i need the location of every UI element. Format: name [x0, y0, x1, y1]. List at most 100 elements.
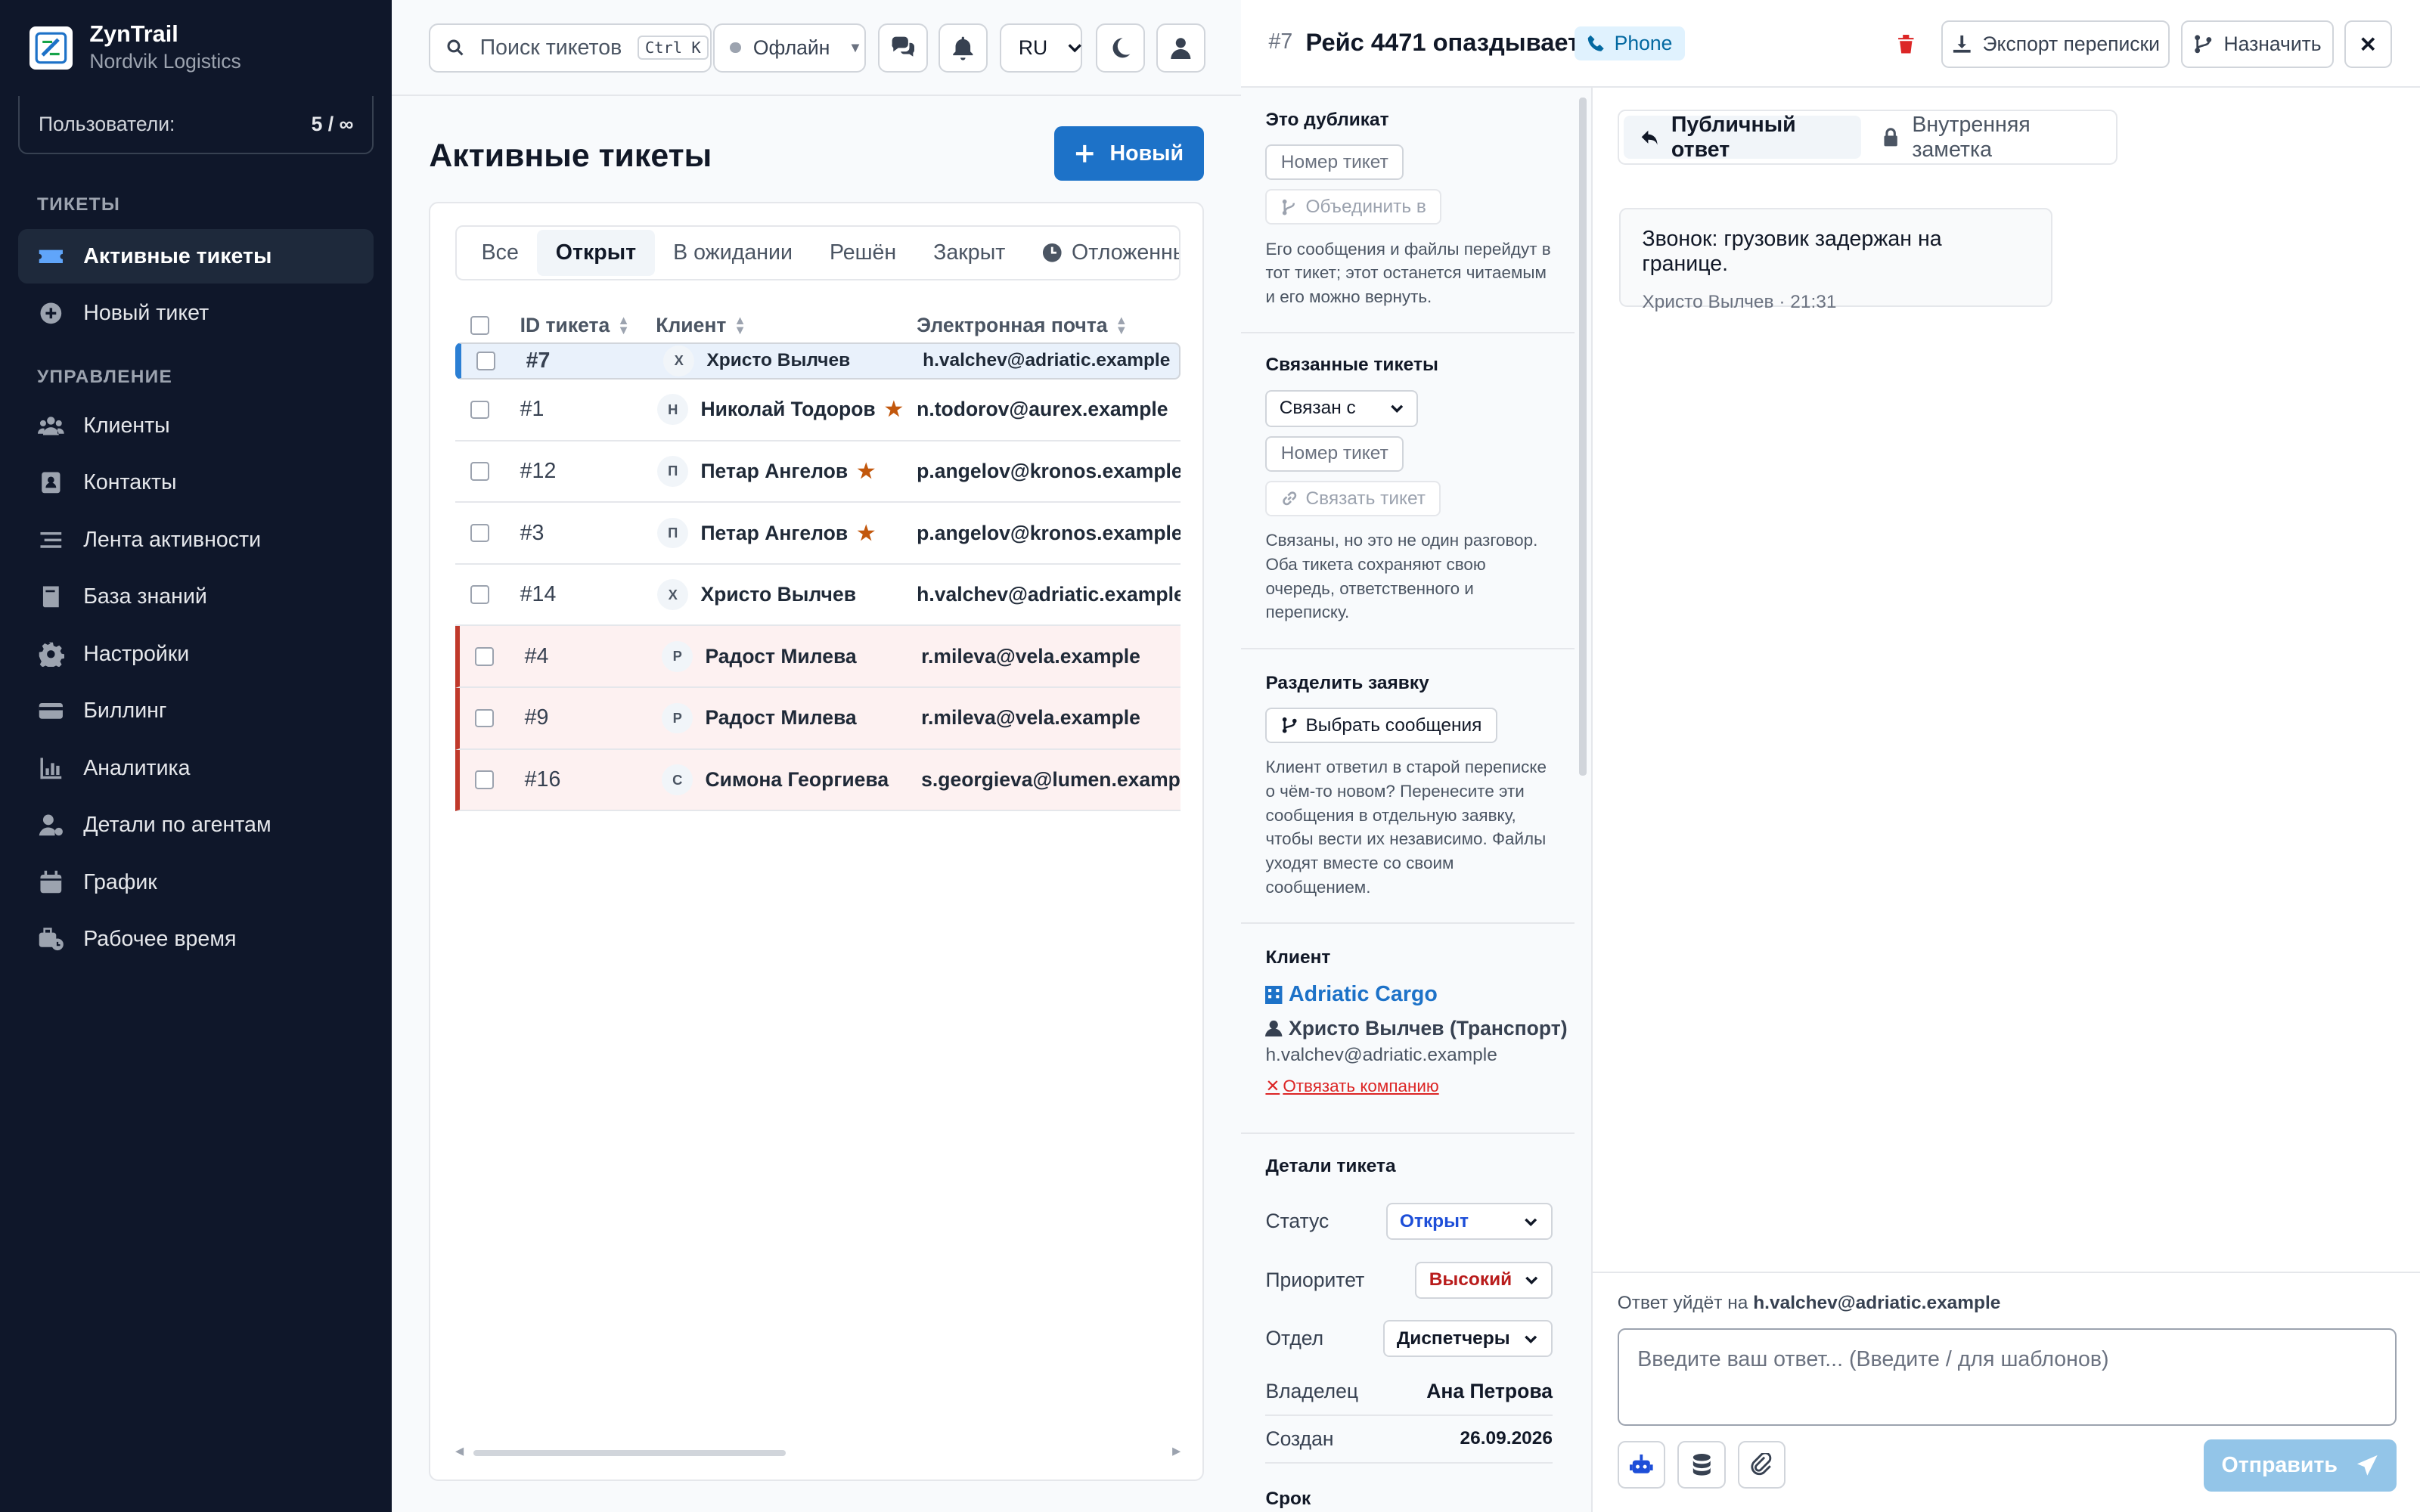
unlink-company-link[interactable]: ✕ Отвязать компанию: [1265, 1077, 1574, 1096]
table-row[interactable]: #12 П Петар Ангелов ★ p.angelov@kronos.examp…: [455, 442, 1181, 503]
scrollbar-thumb[interactable]: [473, 1450, 786, 1457]
search-shortcut: Ctrl K: [637, 36, 709, 60]
language-value: RU: [1018, 36, 1048, 59]
database-button[interactable]: [1677, 1441, 1726, 1489]
priority-select[interactable]: Высокий: [1415, 1261, 1553, 1299]
status-select[interactable]: Открыт: [1385, 1203, 1553, 1241]
reply-composer: Ответ уйдёт на h.valchev@adriatic.exampl…: [1593, 1271, 2420, 1512]
ticket-id: #3: [520, 520, 544, 545]
ticket-rows: #7 Х Христо Вылчев h.valchev@adriatic.examp…: [455, 342, 1181, 812]
table-row[interactable]: #7 Х Христо Вылчев h.valchev@adriatic.examp…: [455, 342, 1181, 380]
search-icon: [446, 39, 464, 57]
merge-label: Объединить в: [1305, 196, 1426, 217]
tab-pending[interactable]: В ожидании: [655, 230, 811, 276]
sidebar-item-knowledge-base[interactable]: База знаний: [18, 570, 373, 624]
table-row[interactable]: #14 Х Христо Вылчев h.valchev@adriatic.exam…: [455, 565, 1181, 627]
row-checkbox[interactable]: [475, 708, 494, 728]
client-name: Радост Милева: [705, 706, 856, 730]
row-checkbox[interactable]: [470, 462, 489, 481]
row-checkbox[interactable]: [470, 585, 489, 604]
sidebar-item-settings[interactable]: Настройки: [18, 627, 373, 680]
split-help: Клиент ответил в старой переписке о чём-…: [1265, 758, 1547, 897]
scroll-right-icon[interactable]: ▶: [1172, 1445, 1181, 1458]
sidebar-item-new-ticket[interactable]: Новый тикет: [18, 287, 373, 340]
duplicate-help: Его сообщения и файлы перейдут в тот тик…: [1265, 239, 1551, 306]
col-ticket-id[interactable]: ID тикета ▲ ▼: [520, 314, 630, 337]
ticket-title: Рейс 4471 опаздывает: [1305, 27, 1581, 56]
tab-open[interactable]: Открыт: [537, 230, 655, 277]
sidebar-item-label: Контакты: [83, 470, 177, 495]
user-icon: [1265, 1020, 1283, 1037]
tab-snoozed-label: Отложенные: [1072, 240, 1179, 265]
owner-label: Владелец: [1265, 1379, 1359, 1402]
delete-button[interactable]: [1879, 20, 1933, 68]
tab-all[interactable]: Все: [463, 230, 537, 276]
sidebar-item-active-tickets[interactable]: Активные тикеты: [18, 229, 374, 284]
export-button[interactable]: Экспорт переписки: [1941, 20, 2170, 68]
table-row[interactable]: #4 Р Радост Милева r.mileva@vela.example: [455, 626, 1181, 689]
sidebar-item-analytics[interactable]: Аналитика: [18, 741, 373, 795]
row-checkbox[interactable]: [470, 523, 489, 543]
linked-ticket-input[interactable]: Номер тикет: [1265, 435, 1404, 472]
sidebar-item-work-hours[interactable]: Рабочее время: [18, 912, 373, 966]
company-link[interactable]: Adriatic Cargo: [1265, 982, 1574, 1007]
sidebar-item-billing[interactable]: Биллинг: [18, 684, 373, 738]
sidebar-item-agent-details[interactable]: Детали по агентам: [18, 798, 373, 852]
merge-button[interactable]: Объединить в: [1265, 189, 1442, 225]
row-checkbox[interactable]: [475, 647, 494, 666]
relation-select[interactable]: Связан с: [1265, 389, 1419, 427]
tab-public-reply[interactable]: Публичный ответ: [1623, 113, 1862, 162]
notifications-button[interactable]: [938, 23, 988, 73]
table-row[interactable]: #3 П Петар Ангелов ★ p.angelov@kronos.exampl…: [455, 503, 1181, 565]
select-messages-button[interactable]: Выбрать сообщения: [1265, 708, 1497, 744]
chat-button[interactable]: [878, 23, 928, 73]
sidebar-item-activity[interactable]: Лента активности: [18, 513, 373, 566]
row-checkbox[interactable]: [476, 352, 495, 370]
sidebar-item-clients[interactable]: Клиенты: [18, 398, 373, 452]
tab-internal-note[interactable]: Внутренняя заметка: [1864, 113, 2116, 162]
sidebar-item-contacts[interactable]: Контакты: [18, 456, 373, 510]
search-box[interactable]: Поиск тикетов Ctrl K: [429, 23, 712, 73]
tab-snoozed[interactable]: Отложенные: [1024, 230, 1179, 276]
select-all-checkbox[interactable]: [470, 316, 489, 335]
status-value: Открыт: [1399, 1210, 1469, 1232]
status-select[interactable]: Офлайн ▼: [712, 23, 866, 73]
tab-closed[interactable]: Закрыт: [915, 230, 1024, 276]
moon-icon: [1108, 36, 1133, 60]
send-button[interactable]: Отправить: [2204, 1439, 2397, 1492]
col-client[interactable]: Клиент ▲ ▼: [656, 314, 746, 337]
row-checkbox[interactable]: [475, 770, 494, 789]
col-email[interactable]: Электронная почта ▲ ▼: [917, 314, 1128, 337]
duplicate-ticket-input[interactable]: Номер тикет: [1265, 144, 1404, 181]
scroll-left-icon[interactable]: ◀: [455, 1445, 464, 1458]
sidebar-item-schedule[interactable]: График: [18, 855, 373, 909]
link-ticket-button[interactable]: Связать тикет: [1265, 481, 1441, 517]
tab-resolved[interactable]: Решён: [811, 230, 914, 276]
table-row[interactable]: #16 С Симона Георгиева s.georgieva@lumen.ex…: [455, 749, 1181, 812]
department-select[interactable]: Диспетчеры: [1382, 1320, 1553, 1358]
table-row[interactable]: #1 Н Николай Тодоров ★ n.todorov@aurex.examp…: [455, 380, 1181, 442]
language-select[interactable]: RU: [1000, 23, 1083, 73]
close-button[interactable]: [2344, 20, 2393, 68]
ticket-details-block: Детали тикета Статус Открыт Приоритет Вы…: [1241, 1156, 1575, 1464]
assign-button[interactable]: Назначить: [2180, 20, 2334, 68]
side-scrollbar[interactable]: [1578, 97, 1587, 776]
reply-textarea[interactable]: Введите ваш ответ... (Введите / для шабл…: [1617, 1328, 2397, 1426]
horizontal-scrollbar[interactable]: ◀ ▶: [455, 1445, 1181, 1459]
chevron-down-icon: [1523, 1214, 1538, 1229]
table-row[interactable]: #9 Р Радост Милева r.mileva@vela.example: [455, 688, 1181, 750]
download-icon: [1953, 35, 1971, 53]
client-contact[interactable]: Христо Вылчев (Транспорт): [1265, 1017, 1574, 1040]
ai-assist-button[interactable]: [1617, 1441, 1665, 1489]
avatar: Х: [663, 345, 695, 376]
client-email: h.valchev@adriatic.example: [917, 583, 1181, 606]
merge-icon: [1282, 199, 1295, 215]
status-row: Статус Открыт: [1265, 1192, 1553, 1251]
attach-button[interactable]: [1737, 1441, 1786, 1489]
row-checkbox[interactable]: [470, 400, 489, 420]
theme-toggle[interactable]: [1095, 23, 1146, 73]
chevron-down-icon: [1066, 39, 1083, 56]
profile-button[interactable]: [1156, 23, 1205, 73]
search-input[interactable]: Поиск тикетов: [480, 36, 622, 60]
new-ticket-button[interactable]: Новый: [1053, 126, 1204, 181]
